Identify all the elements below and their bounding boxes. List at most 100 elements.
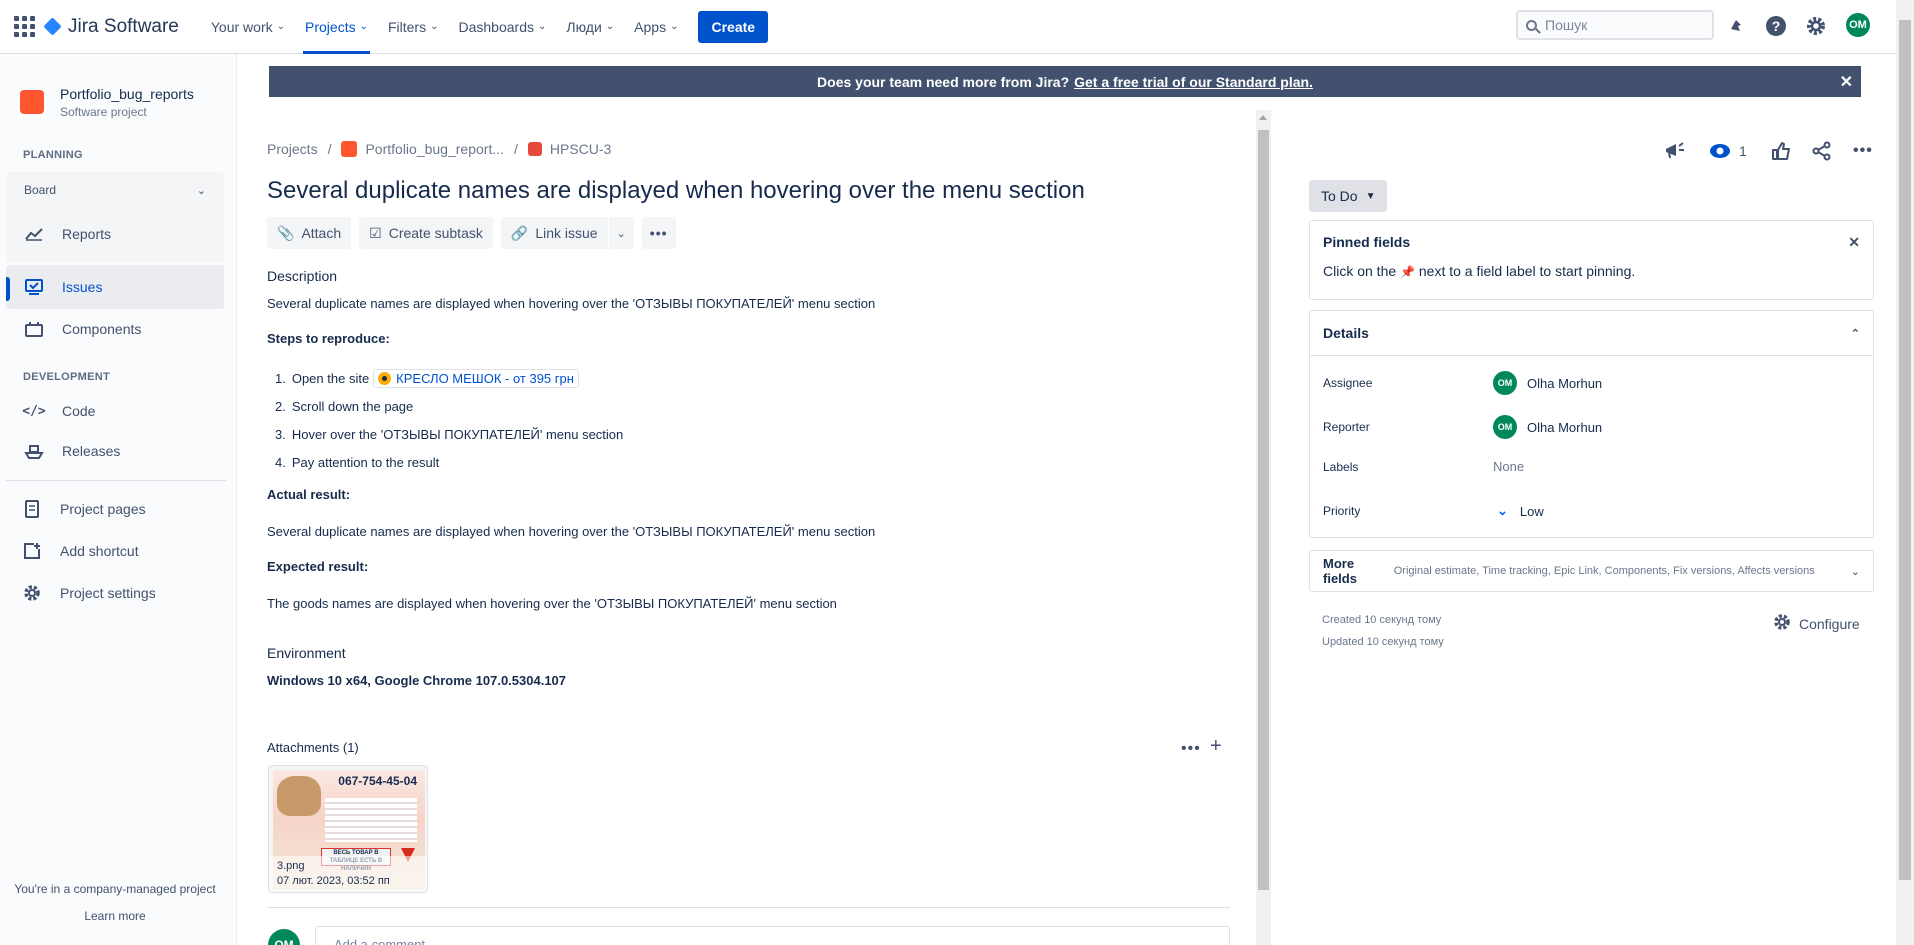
logo-text: Jira Software (68, 15, 179, 37)
sidebar-item-project-settings[interactable]: Project settings (6, 571, 224, 615)
nav-filters[interactable]: Filters ⌄ (378, 0, 449, 54)
sidebar-item-label: Reports (62, 226, 112, 242)
pinned-fields-header: Pinned fields ✕ (1310, 221, 1873, 263)
more-icon[interactable]: ••• (1853, 139, 1873, 163)
inline-link-text: КРЕСЛО МЕШОК - от 395 грн (396, 370, 574, 386)
settings-gear-icon[interactable] (1804, 14, 1828, 38)
details-header[interactable]: Details ⌃ (1310, 311, 1873, 356)
labels-value[interactable]: None (1493, 459, 1524, 474)
step-number: 1. (275, 370, 286, 386)
sidebar-item-reports[interactable]: Reports (6, 212, 224, 256)
sidebar-item-project-pages[interactable]: Project pages (6, 487, 224, 531)
add-attachment-icon[interactable]: + (1210, 735, 1222, 758)
updated-timestamp: Updated 10 секунд тому (1322, 636, 1444, 648)
svg-text:?: ? (1772, 18, 1781, 34)
breadcrumb-separator: / (514, 141, 518, 157)
learn-more-link[interactable]: Learn more (0, 909, 230, 923)
sidebar-item-issues[interactable]: Issues (6, 265, 224, 309)
watch-button[interactable]: 1 (1709, 139, 1747, 163)
thumb-phone-text: 067-754-45-04 (338, 774, 417, 788)
search-input[interactable]: Пошук (1516, 10, 1714, 40)
environment-label: Environment (267, 645, 346, 661)
feedback-megaphone-icon[interactable] (1664, 139, 1686, 163)
close-icon[interactable]: ✕ (1848, 234, 1860, 251)
nav-people[interactable]: Люди ⌄ (556, 0, 624, 54)
help-icon[interactable]: ? (1764, 14, 1788, 38)
list-item: 3. Hover over the 'ОТЗЫВЫ ПОКУПАТЕЛЕЙ' me… (275, 420, 623, 448)
attachment-caption: 3.png 07 лют. 2023, 03:52 пп (269, 856, 427, 892)
chevron-down-icon: ▼ (1365, 190, 1376, 202)
page-icon (22, 499, 42, 519)
status-dropdown[interactable]: To Do ▼ (1309, 180, 1388, 212)
more-actions-button[interactable]: ••• (641, 217, 676, 249)
assignee-value[interactable]: OM Olha Morhun (1493, 371, 1602, 395)
notifications-icon[interactable] (1724, 14, 1748, 38)
breadcrumb-projects[interactable]: Projects (267, 141, 318, 157)
page-scrollbar[interactable] (1896, 0, 1914, 945)
chevron-down-icon: ⌄ (616, 227, 626, 240)
main-scrollbar[interactable] (1256, 110, 1271, 945)
eye-icon (1710, 144, 1730, 158)
project-header[interactable]: Portfolio_bug_reports Software project (20, 86, 194, 119)
link-issue-button[interactable]: 🔗 Link issue (500, 217, 608, 249)
more-fields-panel[interactable]: More fields Original estimate, Time trac… (1309, 550, 1874, 592)
description-text[interactable]: Several duplicate names are displayed wh… (267, 296, 875, 311)
environment-value[interactable]: Windows 10 x64, Google Chrome 107.0.5304… (267, 673, 566, 688)
assignee-row: Assignee OM Olha Morhun (1323, 371, 1602, 395)
close-icon[interactable]: ✕ (1840, 72, 1853, 92)
description-label: Description (267, 268, 338, 284)
gear-icon (1773, 613, 1791, 634)
chevron-up-icon[interactable]: ⌃ (1851, 327, 1860, 340)
expected-result-label: Expected result: (267, 559, 369, 574)
nav-dashboards[interactable]: Dashboards ⌄ (449, 0, 557, 54)
user-avatar[interactable]: OM (1846, 13, 1870, 37)
inline-link-card[interactable]: КРЕСЛО МЕШОК - от 395 грн (373, 368, 579, 388)
app-switcher-icon[interactable] (12, 15, 36, 39)
priority-value[interactable]: ⌄ Low (1493, 503, 1544, 519)
nav-label: Projects (305, 18, 356, 35)
share-icon[interactable] (1812, 139, 1832, 163)
breadcrumb-issue-key[interactable]: HPSCU-3 (550, 141, 611, 157)
chevron-down-icon[interactable]: ⌄ (197, 184, 206, 197)
price-table-image (325, 798, 417, 842)
banner-link[interactable]: Get a free trial of our Standard plan. (1074, 74, 1313, 90)
button-label: Attach (301, 225, 342, 241)
nav-apps[interactable]: Apps ⌄ (624, 0, 688, 54)
expected-result-text: The goods names are displayed when hover… (267, 596, 837, 611)
components-icon (24, 319, 44, 339)
sidebar-item-label: Releases (62, 443, 121, 459)
nav-label: Filters (387, 18, 427, 35)
comment-input[interactable]: Add a comment... (315, 926, 1230, 945)
scroll-up-arrow-icon[interactable] (1259, 115, 1267, 120)
sidebar-item-releases[interactable]: Releases (6, 429, 224, 473)
sidebar-item-components[interactable]: Components (6, 307, 224, 351)
assignee-label: Assignee (1323, 376, 1373, 390)
nav-projects[interactable]: Projects ⌄ (295, 0, 378, 54)
reporter-row: Reporter OM Olha Morhun (1323, 415, 1602, 439)
link-dropdown-button[interactable]: ⌄ (608, 217, 634, 249)
development-heading: DEVELOPMENT (23, 371, 111, 383)
jira-logo[interactable]: Jira Software (43, 15, 179, 38)
sidebar-item-code[interactable]: </> Code (6, 389, 224, 433)
create-button[interactable]: Create (698, 10, 769, 43)
nav-your-work[interactable]: Your work ⌄ (201, 0, 295, 54)
sidebar-item-label: Add shortcut (60, 543, 139, 559)
attach-button[interactable]: 📎 Attach (267, 217, 352, 249)
attachment-thumbnail[interactable]: 067-754-45-04 ВЕСЬ ТОВАР В ТАБЛИЦЕ ЕСТЬ … (268, 765, 428, 893)
active-indicator (6, 277, 10, 301)
like-icon[interactable] (1771, 139, 1791, 163)
reporter-value[interactable]: OM Olha Morhun (1493, 415, 1602, 439)
hint-text: Click on the (1323, 263, 1397, 279)
chevron-down-icon: ⌄ (359, 21, 368, 32)
scrollbar-thumb[interactable] (1258, 130, 1269, 890)
breadcrumb-project[interactable]: Portfolio_bug_report... (365, 141, 504, 157)
more-icon[interactable]: ••• (1181, 740, 1201, 758)
link-icon: 🔗 (510, 224, 529, 241)
configure-button[interactable]: Configure (1773, 613, 1860, 634)
watchers-count: 1 (1739, 143, 1747, 159)
issue-title[interactable]: Several duplicate names are displayed wh… (267, 177, 1085, 205)
scrollbar-thumb[interactable] (1899, 20, 1911, 880)
create-subtask-button[interactable]: ☑ Create subtask (359, 217, 493, 249)
sidebar-item-add-shortcut[interactable]: Add shortcut (6, 529, 224, 573)
sidebar-item-board[interactable]: Board ⌄ (6, 172, 224, 208)
